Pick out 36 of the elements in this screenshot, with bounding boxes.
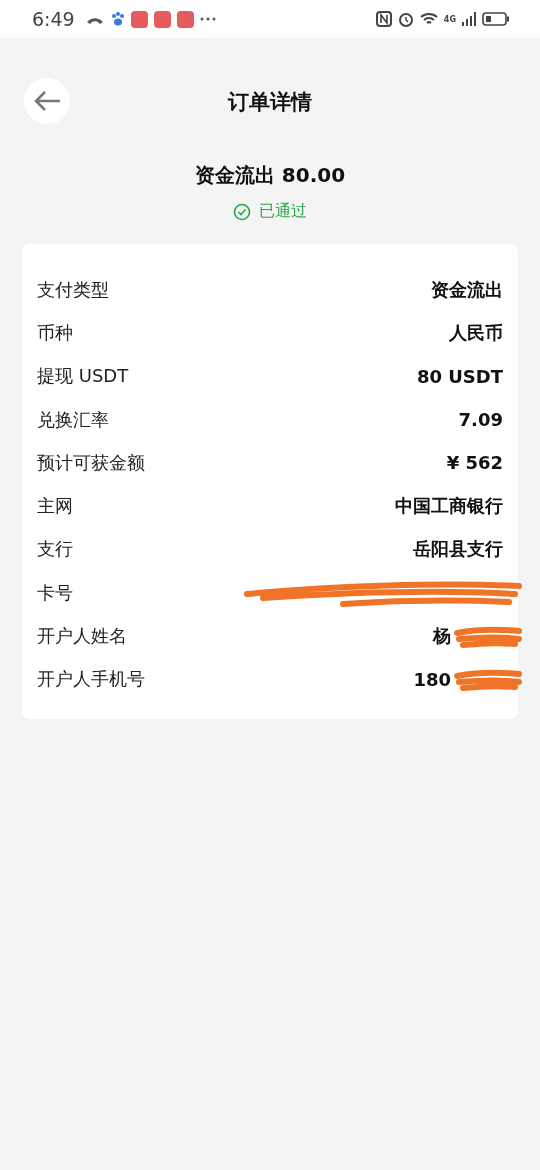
detail-value: 人民币 — [449, 320, 503, 345]
detail-value: 资金流出 — [431, 277, 503, 302]
status-time: 6:49 — [32, 8, 75, 30]
detail-value: 180 — [413, 668, 451, 690]
network-label: 4G — [443, 14, 456, 24]
detail-label: 兑换汇率 — [37, 407, 109, 432]
app-notification-icon — [176, 10, 194, 28]
detail-label: 开户人姓名 — [37, 624, 127, 648]
app-notification-icon — [153, 10, 171, 28]
detail-label: 支行 — [37, 537, 73, 562]
status-text: 已通过 — [259, 201, 307, 222]
detail-value: 80 USDT — [416, 365, 503, 387]
nfc-icon — [375, 11, 392, 27]
more-icon — [199, 17, 216, 21]
page-title: 订单详情 — [228, 89, 312, 116]
detail-label: 主网 — [37, 494, 73, 519]
wifi-icon — [419, 12, 438, 26]
detail-value: ¥ 562 — [446, 452, 503, 474]
back-button[interactable] — [24, 78, 70, 124]
battery-icon — [482, 12, 510, 26]
paw-icon — [110, 11, 125, 27]
detail-label: 支付类型 — [37, 277, 109, 302]
alarm-icon — [397, 11, 414, 27]
detail-value: 中国工商银行 — [395, 494, 503, 519]
detail-label: 预计可获金额 — [37, 450, 145, 475]
detail-value: 7.09 — [458, 409, 503, 431]
detail-label: 卡号 — [37, 580, 73, 605]
detail-label: 提现 USDT — [37, 364, 129, 389]
signal-icon — [462, 12, 476, 26]
detail-value: 岳阳县支行 — [413, 537, 503, 562]
back-arrow-icon — [32, 89, 62, 113]
amount-title: 资金流出 80.00 — [193, 162, 347, 189]
detail-label: 币种 — [37, 320, 73, 345]
detail-label: 开户人手机号 — [37, 667, 145, 692]
app-notification-icon — [130, 10, 148, 28]
detail-value: 杨 — [433, 624, 451, 648]
